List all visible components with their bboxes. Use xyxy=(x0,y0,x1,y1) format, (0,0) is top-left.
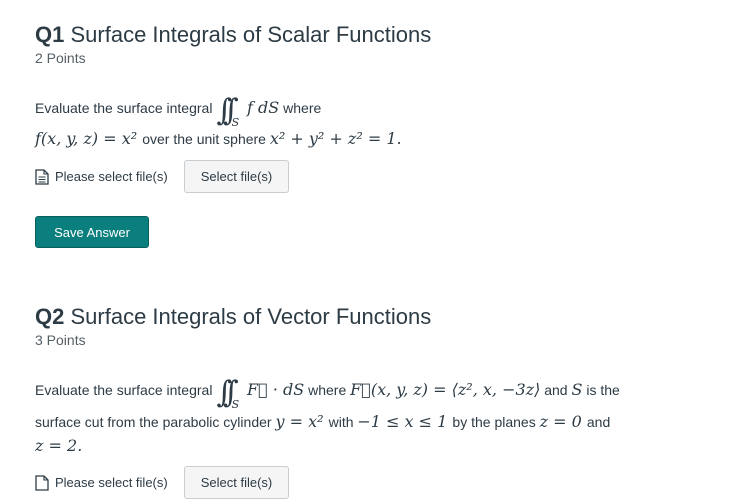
question-1-title: Q1 Surface Integrals of Scalar Functions xyxy=(35,22,431,48)
upload-label: Please select file(s) xyxy=(55,475,168,490)
question-2-number: Q2 xyxy=(35,304,65,329)
cylinder-equation: y = x² xyxy=(275,412,329,431)
integrand: F⃗ · dS xyxy=(247,380,305,399)
q2-is-the: is the xyxy=(586,382,620,398)
question-2-points: 3 Points xyxy=(35,332,86,348)
q2-where: where xyxy=(308,382,347,398)
integral-subscript: S xyxy=(231,398,240,411)
integral-subscript: S xyxy=(231,116,240,129)
question-1-points: 2 Points xyxy=(35,50,86,66)
q1-line2-text: over the unit sphere xyxy=(142,131,266,147)
plane-z2: z = 2. xyxy=(35,436,83,455)
integrand: f dS xyxy=(247,98,280,117)
document-icon xyxy=(35,474,49,491)
q1-function: f(x, y, z) = x² xyxy=(35,129,143,148)
question-1-upload: Please select file(s) Select file(s) xyxy=(35,160,290,193)
question-1-number: Q1 xyxy=(35,22,65,47)
integral-sign: ∫∫ xyxy=(216,93,238,128)
q2-and-2: and xyxy=(586,414,611,430)
q2-by-planes: by the planes xyxy=(452,414,536,430)
q2-and: and xyxy=(544,382,568,398)
question-1-line-1: Evaluate the surface integral ∫∫ S f dS w… xyxy=(35,86,322,129)
vector-field: F⃗(x, y, z) = ⟨z², x, −3z⟩ xyxy=(350,380,541,399)
integral-sign: ∫∫ xyxy=(216,375,238,410)
question-1: Q1 Surface Integrals of Scalar Functions… xyxy=(35,22,431,66)
question-2-upload: Please select file(s) Select file(s) xyxy=(35,466,290,499)
question-2-title: Q2 Surface Integrals of Vector Functions xyxy=(35,304,431,330)
question-2: Q2 Surface Integrals of Vector Functions… xyxy=(35,304,431,348)
surface-symbol: S xyxy=(571,380,583,399)
q2-with: with xyxy=(328,414,354,430)
document-icon xyxy=(35,168,49,185)
q2-line2-text1: surface cut from the parabolic cylinder xyxy=(35,414,272,430)
question-2-line-1: Evaluate the surface integral ∫∫ S F⃗ · d… xyxy=(35,368,620,411)
q1-line1-prefix: Evaluate the surface integral xyxy=(35,100,213,116)
plane-z0: z = 0 xyxy=(539,412,587,431)
question-1-title-text: Surface Integrals of Scalar Functions xyxy=(70,22,432,47)
question-2-line-3: z = 2. xyxy=(35,436,82,455)
q1-sphere-equation: x² + y² + z² = 1. xyxy=(269,129,402,148)
x-range: −1 ≤ x ≤ 1 xyxy=(357,412,453,431)
question-2-line-2: surface cut from the parabolic cylinder … xyxy=(35,412,610,431)
q2-line1-prefix: Evaluate the surface integral xyxy=(35,382,213,398)
save-answer-button[interactable]: Save Answer xyxy=(35,216,149,248)
upload-label: Please select file(s) xyxy=(55,169,168,184)
question-1-line-2: f(x, y, z) = x² over the unit sphere x² … xyxy=(35,129,402,148)
q1-line1-suffix: where xyxy=(283,100,322,116)
question-2-title-text: Surface Integrals of Vector Functions xyxy=(70,304,432,329)
select-files-button[interactable]: Select file(s) xyxy=(183,466,290,499)
select-files-button[interactable]: Select file(s) xyxy=(183,160,290,193)
